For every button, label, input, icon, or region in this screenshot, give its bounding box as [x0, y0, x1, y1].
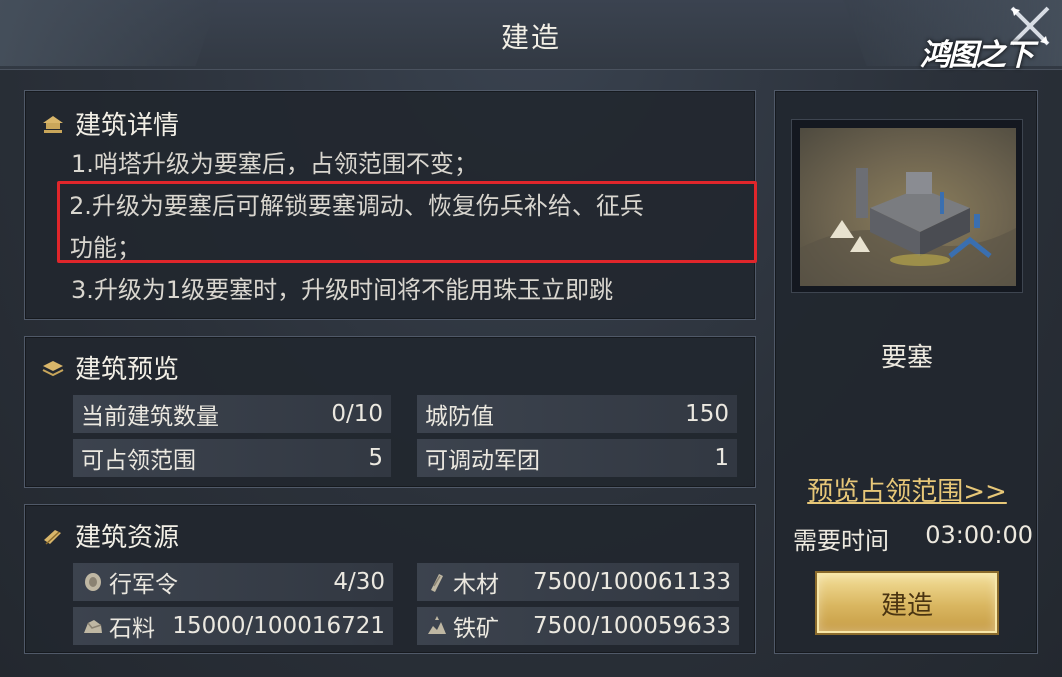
stat-value: 150 [685, 401, 729, 427]
highlight-box [57, 181, 757, 263]
stat-legions: 可调动军团 1 [417, 439, 737, 477]
details-line: 过 [71, 311, 761, 319]
wood-icon [431, 574, 443, 592]
build-button[interactable]: 建造 [817, 573, 997, 633]
details-line: 3.升级为1级要塞时，升级时间将不能用珠玉立即跳 [71, 276, 614, 304]
resource-iron: 铁矿 7500/100059633 [417, 607, 739, 645]
resources-panel: 建筑资源 行军令 4/30 木材 7500/100061133 石料 15000… [24, 504, 756, 654]
game-logo: 鸿图之下 [920, 38, 1034, 73]
stat-value: 5 [368, 445, 383, 471]
stat-value: 0/10 [331, 401, 383, 427]
resource-wood: 木材 7500/100061133 [417, 563, 739, 601]
building-sidebar: 要塞 预览占领范围>> 需要时间 03:00:00 建造 [774, 90, 1038, 654]
stat-building-count: 当前建筑数量 0/10 [73, 395, 391, 433]
resource-value: 4/30 [333, 569, 385, 595]
resource-label: 铁矿 [453, 616, 499, 642]
iron-icon [428, 616, 446, 634]
resource-label: 石料 [109, 616, 155, 642]
time-label: 需要时间 [793, 527, 889, 555]
preview-panel: 建筑预览 当前建筑数量 0/10 城防值 150 可占领范围 5 可调动军团 1 [24, 336, 756, 488]
stone-icon [84, 620, 102, 633]
details-panel: 建筑详情 1.哨塔升级为要塞后，占领范围不变； 2.升级为要塞后可解锁要塞调动、… [24, 90, 757, 320]
stat-label: 当前建筑数量 [81, 404, 219, 430]
resources-heading-label: 建筑资源 [75, 523, 180, 553]
resource-stone: 石料 15000/100016721 [73, 607, 393, 645]
resource-value: 7500/100061133 [533, 569, 731, 595]
title-bar: 建造 [0, 0, 1062, 70]
building-icon [43, 115, 63, 133]
fortress-image [800, 128, 1016, 286]
march-order-icon [85, 573, 101, 591]
stat-label: 可调动军团 [425, 448, 540, 474]
stat-label: 城防值 [425, 404, 494, 430]
preview-heading-label: 建筑预览 [75, 355, 180, 385]
stat-range: 可占领范围 5 [73, 439, 391, 477]
preview-heading: 建筑预览 [41, 349, 179, 386]
stat-label: 可占领范围 [81, 448, 196, 474]
building-name: 要塞 [880, 343, 933, 373]
resource-march-order: 行军令 4/30 [73, 563, 393, 601]
resource-label: 行军令 [109, 572, 178, 598]
stat-value: 1 [714, 445, 729, 471]
stat-defense: 城防值 150 [417, 395, 737, 433]
time-row: 需要时间 03:00:00 [793, 521, 1033, 556]
time-value: 03:00:00 [925, 521, 1033, 549]
page-title: 建造 [500, 21, 561, 54]
fortress-illustration [800, 168, 1016, 286]
resource-label: 木材 [453, 572, 499, 598]
details-heading: 建筑详情 [41, 105, 179, 142]
building-preview-frame [791, 119, 1023, 293]
resources-heading: 建筑资源 [41, 517, 179, 554]
details-line: 1.哨塔升级为要塞后，占领范围不变； [71, 150, 478, 178]
resources-icon [44, 529, 61, 545]
resource-value: 7500/100059633 [533, 613, 731, 639]
details-heading-label: 建筑详情 [75, 111, 180, 141]
blueprint-icon [42, 360, 64, 376]
resource-value: 15000/100016721 [172, 613, 385, 639]
preview-range-link[interactable]: 预览占领范围>> [775, 471, 1039, 508]
